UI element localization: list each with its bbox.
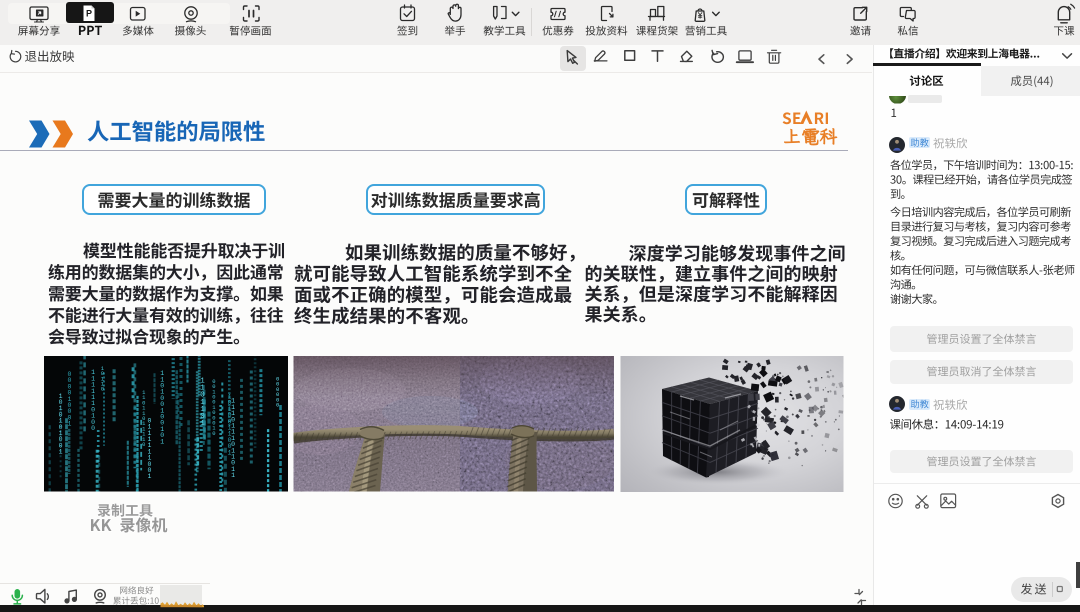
svg-text:P: P: [86, 9, 92, 19]
svg-text:000010001: 000010001: [68, 371, 72, 428]
svg-text:1010101001: 1010101001: [59, 393, 63, 456]
svg-text:000000: 000000: [276, 376, 279, 409]
svg-text:110100100101: 110100100101: [160, 370, 164, 445]
svg-text:0111111001: 0111111001: [148, 417, 152, 480]
svg-text:1110111011011: 1110111011011: [231, 398, 235, 479]
svg-text:1111110100: 1111110100: [91, 369, 95, 432]
svg-text:1101101: 1101101: [200, 378, 205, 429]
